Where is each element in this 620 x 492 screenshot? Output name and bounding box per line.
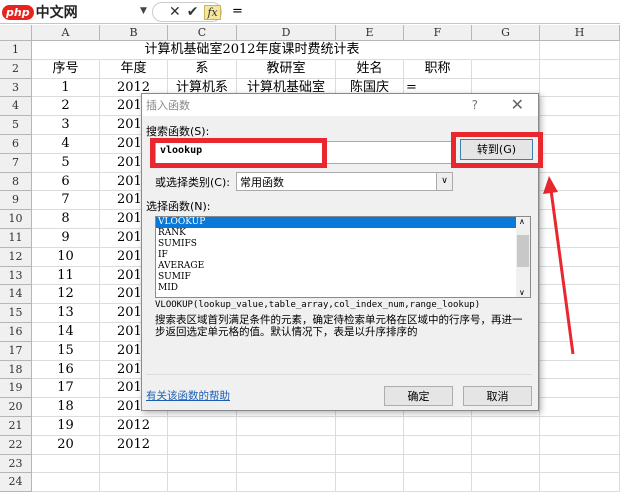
list-item[interactable]: SUMIF xyxy=(156,272,516,283)
cell[interactable] xyxy=(472,473,540,492)
list-item[interactable]: SUMIFS xyxy=(156,239,516,250)
select-function-label: 选择函数(N): xyxy=(146,200,211,213)
function-description: 搜索表区域首列满足条件的元素，确定待检索单元格在区域中的行序号，再进一步返回选定… xyxy=(155,314,523,338)
divider xyxy=(146,374,532,375)
category-label: 或选择类别(C): xyxy=(155,176,230,189)
scroll-down-icon[interactable]: ∨ xyxy=(519,288,525,297)
highlight-box xyxy=(150,138,327,168)
function-list[interactable]: VLOOKUP RANK SUMIFS IF AVERAGE SUMIF MID… xyxy=(155,216,531,298)
cell[interactable] xyxy=(237,473,336,492)
list-item[interactable]: AVERAGE xyxy=(156,261,516,272)
list-item[interactable]: VLOOKUP xyxy=(156,217,516,228)
scroll-up-icon[interactable]: ∧ xyxy=(519,217,525,226)
cell[interactable] xyxy=(404,473,472,492)
category-select[interactable]: 常用函数 ∨ xyxy=(236,172,453,191)
category-value: 常用函数 xyxy=(240,176,284,189)
dialog-title: 插入函数 xyxy=(142,94,538,116)
close-icon[interactable]: ✕ xyxy=(511,95,524,114)
list-item[interactable]: MID xyxy=(156,283,516,294)
scrollbar[interactable]: ∧ ∨ xyxy=(516,217,530,297)
highlight-box xyxy=(451,132,543,168)
cell[interactable] xyxy=(32,473,100,492)
chevron-down-icon[interactable]: ∨ xyxy=(436,173,452,190)
list-item[interactable]: IF xyxy=(156,250,516,261)
insert-function-dialog: 插入函数 ? ✕ 搜索函数(S): vlookup 转到(G) 或选择类别(C)… xyxy=(141,93,543,411)
search-label: 搜索函数(S): xyxy=(146,125,210,138)
help-link[interactable]: 有关该函数的帮助 xyxy=(146,388,230,403)
cell[interactable] xyxy=(336,473,404,492)
function-signature: VLOOKUP(lookup_value,table_array,col_ind… xyxy=(155,300,481,310)
cell[interactable] xyxy=(540,473,620,492)
sheet-row: 24 xyxy=(0,473,620,492)
arrow-shaft xyxy=(549,189,575,355)
cancel-button[interactable]: 取消 xyxy=(463,386,532,406)
row-header[interactable]: 24 xyxy=(0,473,32,492)
cell[interactable] xyxy=(168,473,237,492)
ok-button[interactable]: 确定 xyxy=(384,386,453,406)
help-icon[interactable]: ? xyxy=(472,98,478,112)
arrow-head xyxy=(543,176,558,194)
scrollbar-thumb[interactable] xyxy=(517,235,529,267)
list-item[interactable]: RANK xyxy=(156,228,516,239)
cell[interactable] xyxy=(100,473,168,492)
